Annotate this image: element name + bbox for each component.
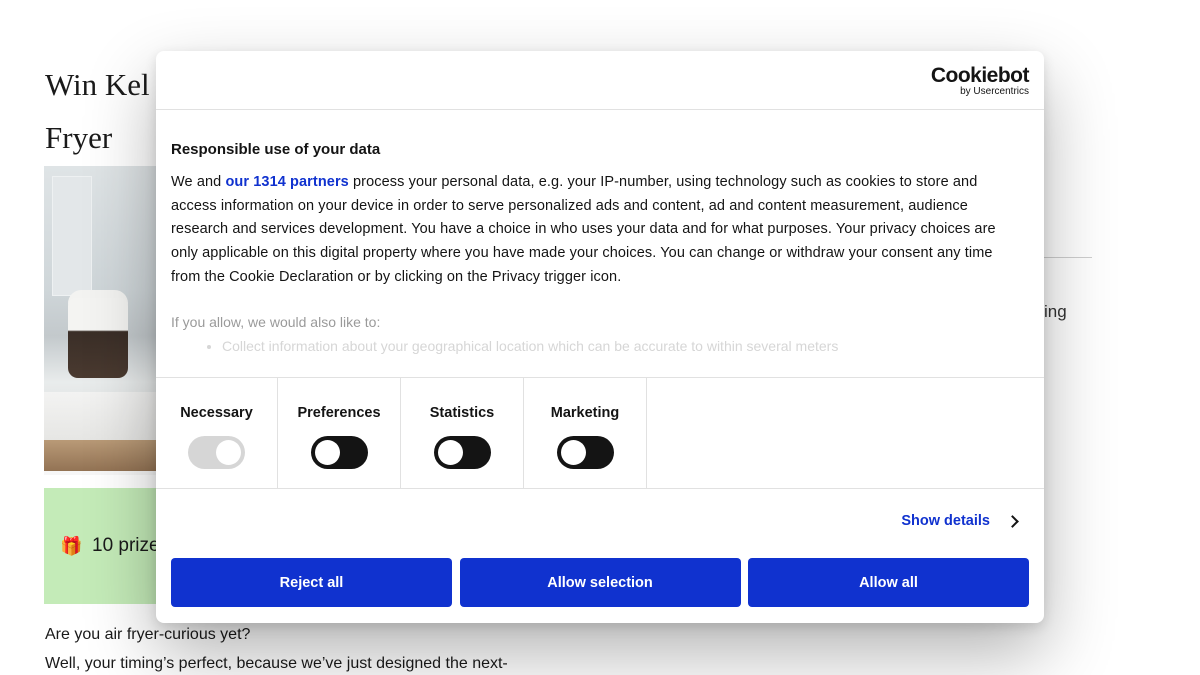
- toggle-label: Necessary: [180, 405, 253, 421]
- cookie-consent-dialog: Cookiebot by Usercentrics Responsible us…: [156, 51, 1044, 623]
- marketing-switch[interactable]: [556, 436, 614, 469]
- toggle-label: Marketing: [550, 405, 620, 421]
- prize-banner: 🎁 10 prize: [44, 488, 174, 604]
- toggle-statistics: Statistics: [401, 378, 524, 488]
- partners-link[interactable]: our 1314 partners: [225, 174, 348, 190]
- dialog-header: Cookiebot by Usercentrics: [156, 51, 1044, 110]
- necessary-switch: [188, 436, 245, 469]
- toggle-label: Statistics: [429, 405, 495, 421]
- allow-selection-button[interactable]: Allow selection: [459, 558, 741, 607]
- dialog-buttons: Reject all Allow selection Allow all: [171, 558, 1029, 607]
- chevron-right-icon: [1006, 514, 1019, 528]
- air-fryer-photo: [44, 166, 174, 475]
- consent-toggles: Necessary Preferences Statistics Marketi…: [156, 377, 1044, 489]
- logo-main: Cookiebot: [930, 64, 1030, 87]
- article-paragraph: Well, your timing’s perfect, because we’…: [45, 655, 508, 672]
- article-paragraph: Are you air fryer-curious yet?: [45, 626, 251, 643]
- toggle-preferences: Preferences: [278, 378, 401, 488]
- allow-section: If you allow, we would also like to: Col…: [171, 314, 1021, 354]
- list-item: Collect information about your geographi…: [222, 338, 1021, 354]
- dialog-body: Responsible use of your data We and our …: [171, 141, 1021, 354]
- show-details-label: Show details: [901, 513, 990, 529]
- allow-all-button[interactable]: Allow all: [748, 558, 1029, 607]
- cookiebot-logo: Cookiebot by Usercentrics: [930, 64, 1030, 98]
- logo-sub: by Usercentrics: [960, 86, 1029, 97]
- gift-icon: 🎁: [60, 535, 83, 556]
- show-details-link[interactable]: Show details: [901, 513, 1019, 529]
- reject-all-button[interactable]: Reject all: [171, 558, 452, 607]
- toggle-necessary: Necessary: [156, 378, 278, 488]
- preferences-switch[interactable]: [310, 436, 368, 469]
- consent-description: We and our 1314 partners process your pe…: [171, 174, 996, 285]
- toggle-label: Preferences: [297, 405, 381, 421]
- dialog-heading: Responsible use of your data: [171, 141, 381, 158]
- statistics-switch[interactable]: [433, 436, 491, 469]
- divider: [1044, 257, 1092, 258]
- allow-intro: If you allow, we would also like to:: [171, 313, 381, 330]
- side-text: ing: [1044, 302, 1067, 321]
- toggle-marketing: Marketing: [524, 378, 647, 488]
- prize-text: 10 prize: [92, 535, 160, 556]
